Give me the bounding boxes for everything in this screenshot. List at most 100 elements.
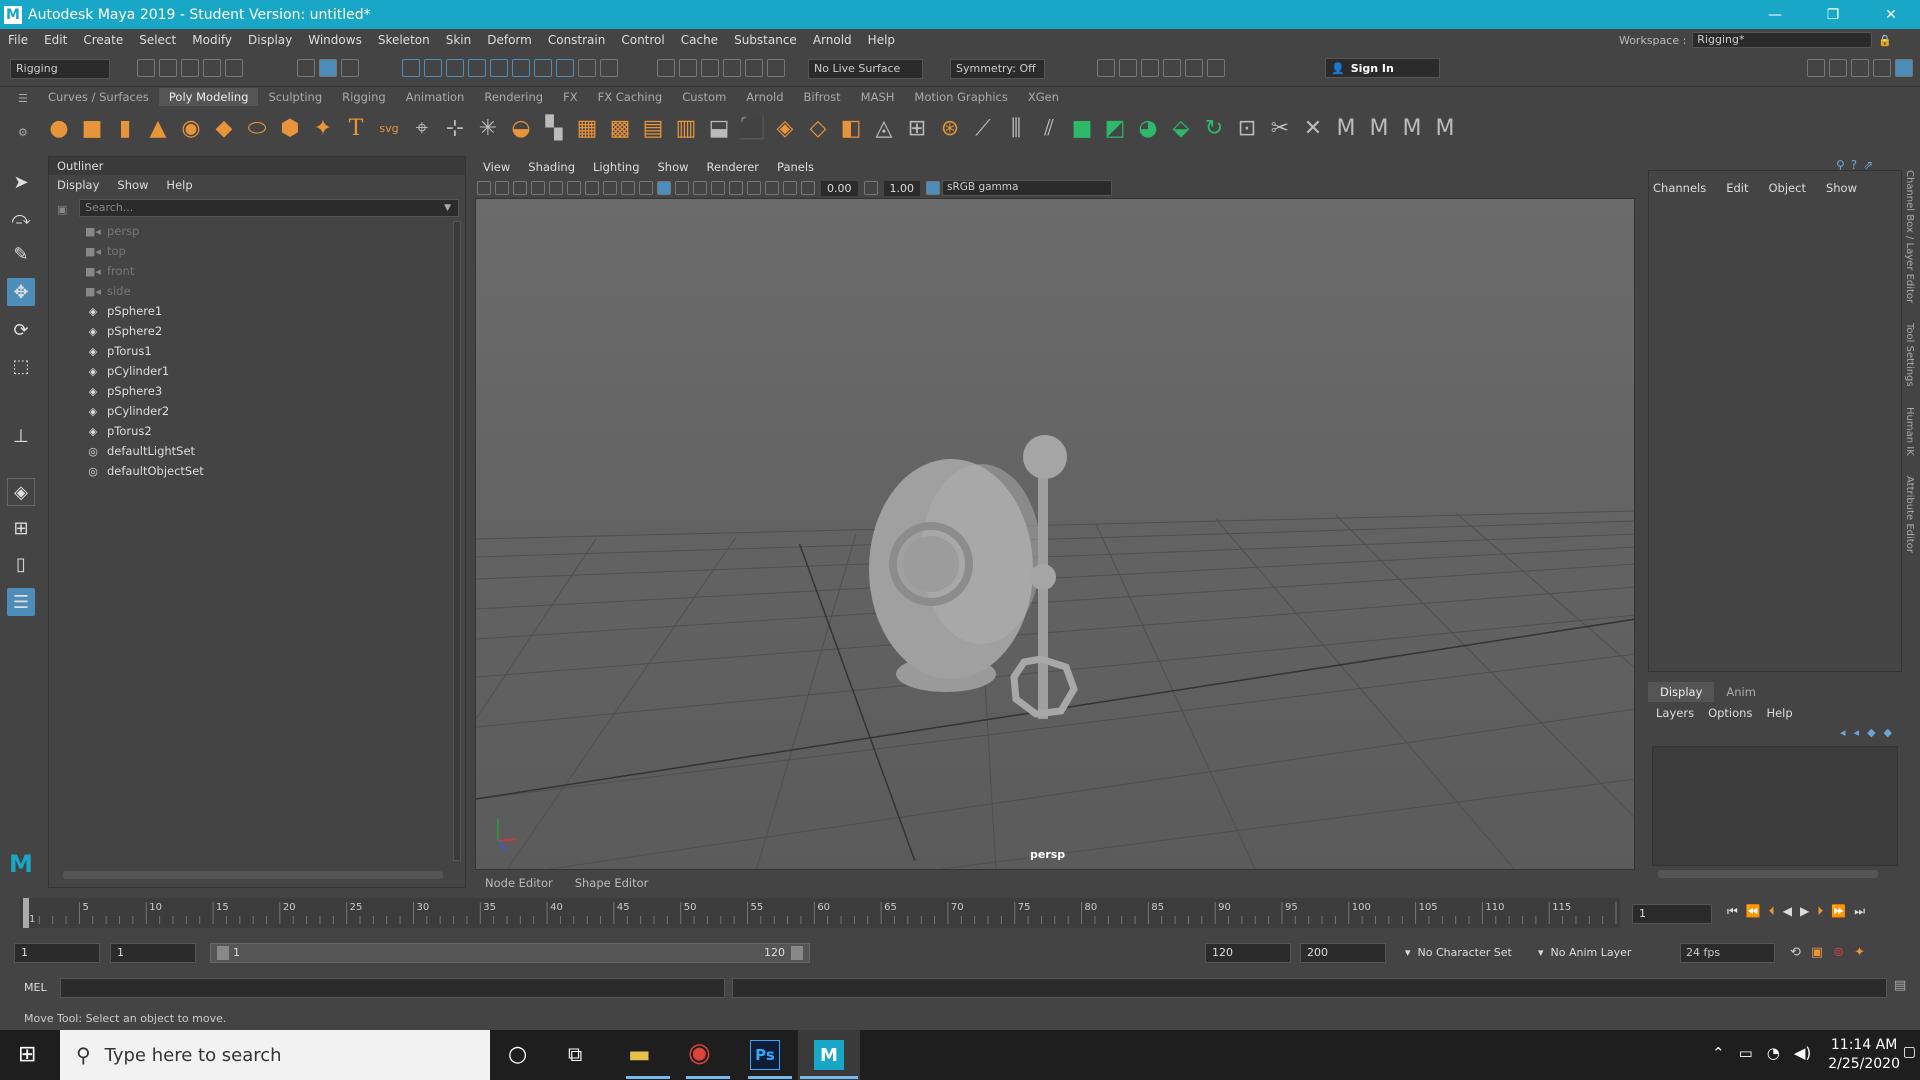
auto-key-icon[interactable]: ▣ <box>1811 945 1823 960</box>
outliner-menu-show[interactable]: Show <box>117 178 148 192</box>
channel-box-toggle-icon[interactable] <box>1873 59 1891 77</box>
shelf-menu-icon[interactable]: ☰ <box>18 92 28 105</box>
menu-control[interactable]: Control <box>613 33 672 47</box>
single-perspective-layout-icon[interactable]: ◈ <box>7 478 35 506</box>
playback-start-field[interactable]: 1 <box>110 943 196 963</box>
maya-taskbar-item[interactable]: M <box>798 1030 860 1080</box>
construction-history-icon[interactable] <box>657 59 675 77</box>
bridge-icon[interactable]: ▥ <box>671 113 701 143</box>
lasso-tool-icon[interactable]: ⤼ <box>7 204 35 232</box>
outliner-item[interactable]: ■◂ persp <box>49 221 465 241</box>
animation-end-field[interactable]: 200 <box>1300 943 1386 963</box>
gate-mask-icon[interactable] <box>603 181 617 195</box>
uv-cut-icon[interactable]: ✂ <box>1265 113 1295 143</box>
menu-select[interactable]: Select <box>131 33 184 47</box>
snap-help-icon[interactable] <box>556 59 574 77</box>
outliner-item[interactable]: ◎ defaultObjectSet <box>49 461 465 481</box>
shelf-tab[interactable]: MASH <box>851 88 905 106</box>
poly-disc-icon[interactable]: ⬭ <box>242 113 272 143</box>
command-input[interactable] <box>60 978 725 998</box>
outliner-filter-icon[interactable]: ▣ <box>57 203 67 216</box>
open-scene-icon[interactable] <box>159 59 177 77</box>
uv-spherical-icon[interactable]: ◕ <box>1133 113 1163 143</box>
viewport-3d[interactable] <box>475 198 1635 870</box>
wireframe-icon[interactable] <box>639 181 653 195</box>
shelf-tab-active[interactable]: Poly Modeling <box>158 88 259 106</box>
shelf-tab[interactable]: Bifrost <box>794 88 851 106</box>
redo-icon[interactable] <box>225 59 243 77</box>
gamma-icon[interactable] <box>863 181 878 195</box>
triangulate-icon[interactable]: ◬ <box>869 113 899 143</box>
menu-windows[interactable]: Windows <box>300 33 370 47</box>
loop-icon[interactable]: ⟲ <box>1790 945 1801 960</box>
select-tool-icon[interactable]: ➤ <box>7 168 35 196</box>
uv-planar-icon[interactable]: ■ <box>1067 113 1097 143</box>
layer-horizontal-scrollbar[interactable] <box>1658 870 1878 878</box>
command-language-label[interactable]: MEL <box>24 981 47 994</box>
outliner-item[interactable]: ◈ pCylinder2 <box>49 401 465 421</box>
camera-select-icon[interactable] <box>477 181 491 195</box>
wireframe-on-shaded-icon[interactable] <box>675 181 689 195</box>
task-view-icon[interactable]: ⧉ <box>568 1042 582 1066</box>
layer-editor-toggle-icon[interactable] <box>1895 59 1913 77</box>
image-plane-icon[interactable] <box>531 181 545 195</box>
node-editor-tab[interactable]: Node Editor <box>485 876 553 890</box>
anim-layer-dropdown[interactable]: ▾ No Anim Layer <box>1538 946 1631 959</box>
outliner-item[interactable]: ■◂ front <box>49 261 465 281</box>
minimize-button[interactable]: — <box>1746 0 1804 29</box>
outliner-vertical-scrollbar[interactable] <box>453 221 461 861</box>
ipr-render-icon[interactable] <box>1119 59 1137 77</box>
tray-expand-icon[interactable]: ⌃ <box>1712 1044 1725 1062</box>
menu-deform[interactable]: Deform <box>479 33 540 47</box>
taskbar-search-box[interactable]: ⚲ Type here to search <box>60 1030 490 1080</box>
extrude-icon[interactable]: ▤ <box>638 113 668 143</box>
layer-menu-options[interactable]: Options <box>1708 706 1752 720</box>
four-view-layout-icon[interactable]: ⊞ <box>7 514 35 542</box>
render-view-icon[interactable] <box>1185 59 1203 77</box>
bevel-icon[interactable]: ⬓ <box>704 113 734 143</box>
fps-dropdown[interactable]: 24 fps <box>1680 943 1775 963</box>
maya-home-icon[interactable]: M <box>7 850 35 878</box>
persp-outliner-layout-icon[interactable]: ▯ <box>7 550 35 578</box>
type-icon[interactable]: T <box>341 113 371 143</box>
outliner-item[interactable]: ◎ defaultLightSet <box>49 441 465 461</box>
step-forward-key-icon[interactable]: ⏵ <box>1817 904 1823 919</box>
poly-cube-icon[interactable]: ■ <box>77 113 107 143</box>
center-pivot-icon[interactable]: ✳ <box>473 113 503 143</box>
viewport-menu-shading[interactable]: Shading <box>528 160 575 176</box>
quadrangulate-icon[interactable]: ⊞ <box>902 113 932 143</box>
file-explorer-icon[interactable]: ▬ <box>628 1040 651 1068</box>
shelf-settings-icon[interactable]: ⚙ <box>18 126 28 139</box>
step-back-key-icon[interactable]: ⏴ <box>1769 904 1775 919</box>
restore-button[interactable]: ❐ <box>1804 0 1862 29</box>
menu-file[interactable]: File <box>0 33 36 47</box>
merge-icon[interactable]: ◈ <box>770 113 800 143</box>
shelf-tab[interactable]: Rendering <box>474 88 553 106</box>
xray-icon[interactable] <box>767 59 785 77</box>
viewport-menu-show[interactable]: Show <box>658 160 689 176</box>
volume-icon[interactable]: ◀) <box>1794 1044 1811 1062</box>
combine-icon[interactable]: ◒ <box>506 113 536 143</box>
shelf-lasso-icon[interactable] <box>723 59 741 77</box>
move-layer-up-icon[interactable]: ◂ <box>1840 726 1846 739</box>
move-tool-icon[interactable]: ✥ <box>7 278 35 306</box>
outliner-item[interactable]: ■◂ top <box>49 241 465 261</box>
shelf-tab[interactable]: Rigging <box>332 88 396 106</box>
grid-toggle-icon[interactable] <box>549 181 563 195</box>
layer-menu-layers[interactable]: Layers <box>1656 706 1694 720</box>
multi-cut-icon[interactable]: ⟋ <box>968 113 998 143</box>
snap-grid-icon[interactable] <box>402 59 420 77</box>
paint-select-tool-icon[interactable]: ✎ <box>7 240 35 268</box>
sign-in-button[interactable]: 👤 Sign In <box>1325 58 1440 78</box>
snap-center-icon[interactable] <box>534 59 552 77</box>
auto-keyframe-toggle-icon[interactable]: ⊚ <box>1833 945 1844 960</box>
side-tab-channel-box[interactable]: Channel Box / Layer Editor <box>1904 170 1915 303</box>
layer-menu-help[interactable]: Help <box>1766 706 1792 720</box>
layer-tab-display[interactable]: Display <box>1648 682 1715 702</box>
snap-live-icon[interactable] <box>512 59 530 77</box>
lights-icon[interactable] <box>711 181 725 195</box>
current-time-indicator[interactable] <box>23 898 29 928</box>
input-icon[interactable] <box>679 59 697 77</box>
mash-m4-icon[interactable]: M <box>1430 113 1460 143</box>
last-tool-icon[interactable]: ⊥ <box>7 422 35 450</box>
